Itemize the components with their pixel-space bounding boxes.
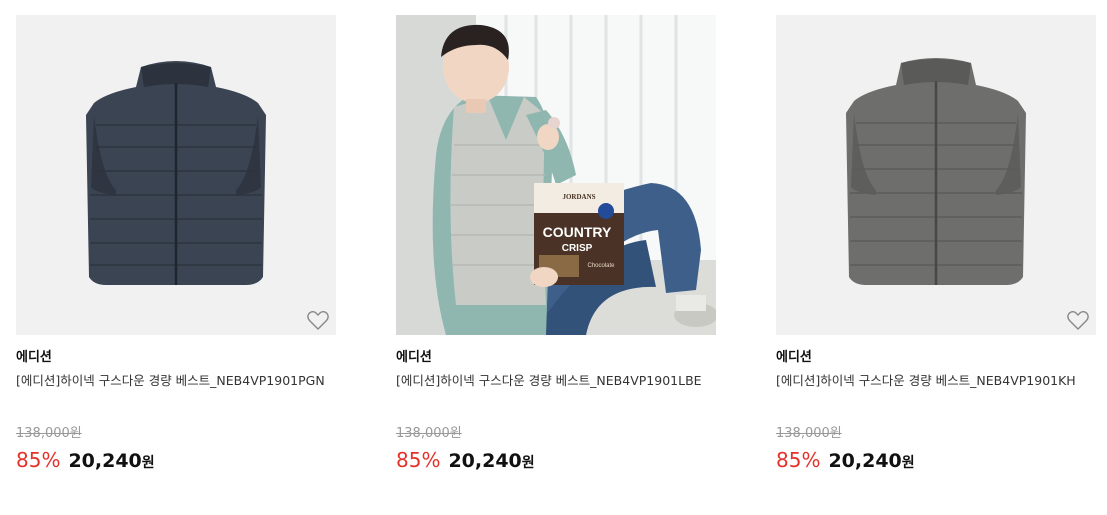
model-photo-image: JORDANS COUNTRY CRISP Chocolate [396,15,716,335]
cereal-line2-text: CRISP [562,243,593,254]
cereal-flavor-text: Chocolate [587,263,615,269]
navy-vest-image [16,15,336,335]
original-price: 138,000원 [776,426,842,441]
discount-rate: 85% [776,448,821,472]
currency-unit: 원 [141,455,155,471]
price-row: 85% 20,240원 [16,446,336,474]
product-image[interactable] [16,15,336,335]
brand-name: 에디션 [776,350,812,365]
product-name[interactable]: [에디션]하이넥 구스다운 경량 베스트_NEB4VP1901PGN [16,372,336,390]
price-row: 85% 20,240원 [396,446,716,474]
cereal-line1-text: COUNTRY [543,224,612,240]
currency-unit: 원 [901,455,915,471]
product-name[interactable]: [에디션]하이넥 구스다운 경량 베스트_NEB4VP1901LBE [396,372,716,390]
original-price: 138,000원 [396,426,462,441]
brand-name: 에디션 [16,350,52,365]
discount-rate: 85% [396,448,441,472]
discount-rate: 85% [16,448,61,472]
product-name[interactable]: [에디션]하이넥 구스다운 경량 베스트_NEB4VP1901KH [776,372,1096,390]
price-row: 85% 20,240원 [776,446,1096,474]
product-card[interactable]: JORDANS COUNTRY CRISP Chocolate 에디션 [에디션… [396,15,716,474]
product-card[interactable]: 에디션 [에디션]하이넥 구스다운 경량 베스트_NEB4VP1901KH 13… [776,15,1096,474]
heart-icon[interactable] [1066,309,1090,331]
product-image[interactable]: JORDANS COUNTRY CRISP Chocolate [396,15,716,335]
product-card[interactable]: 에디션 [에디션]하이넥 구스다운 경량 베스트_NEB4VP1901PGN 1… [16,15,336,474]
currency-unit: 원 [521,455,535,471]
heart-icon[interactable] [306,309,330,331]
original-price: 138,000원 [16,426,82,441]
product-image[interactable] [776,15,1096,335]
sale-price: 20,240 [68,450,142,472]
sale-price: 20,240 [448,450,522,472]
grey-vest-image [776,15,1096,335]
brand-name: 에디션 [396,350,432,365]
sale-price: 20,240 [828,450,902,472]
cereal-brand-text: JORDANS [562,193,595,201]
